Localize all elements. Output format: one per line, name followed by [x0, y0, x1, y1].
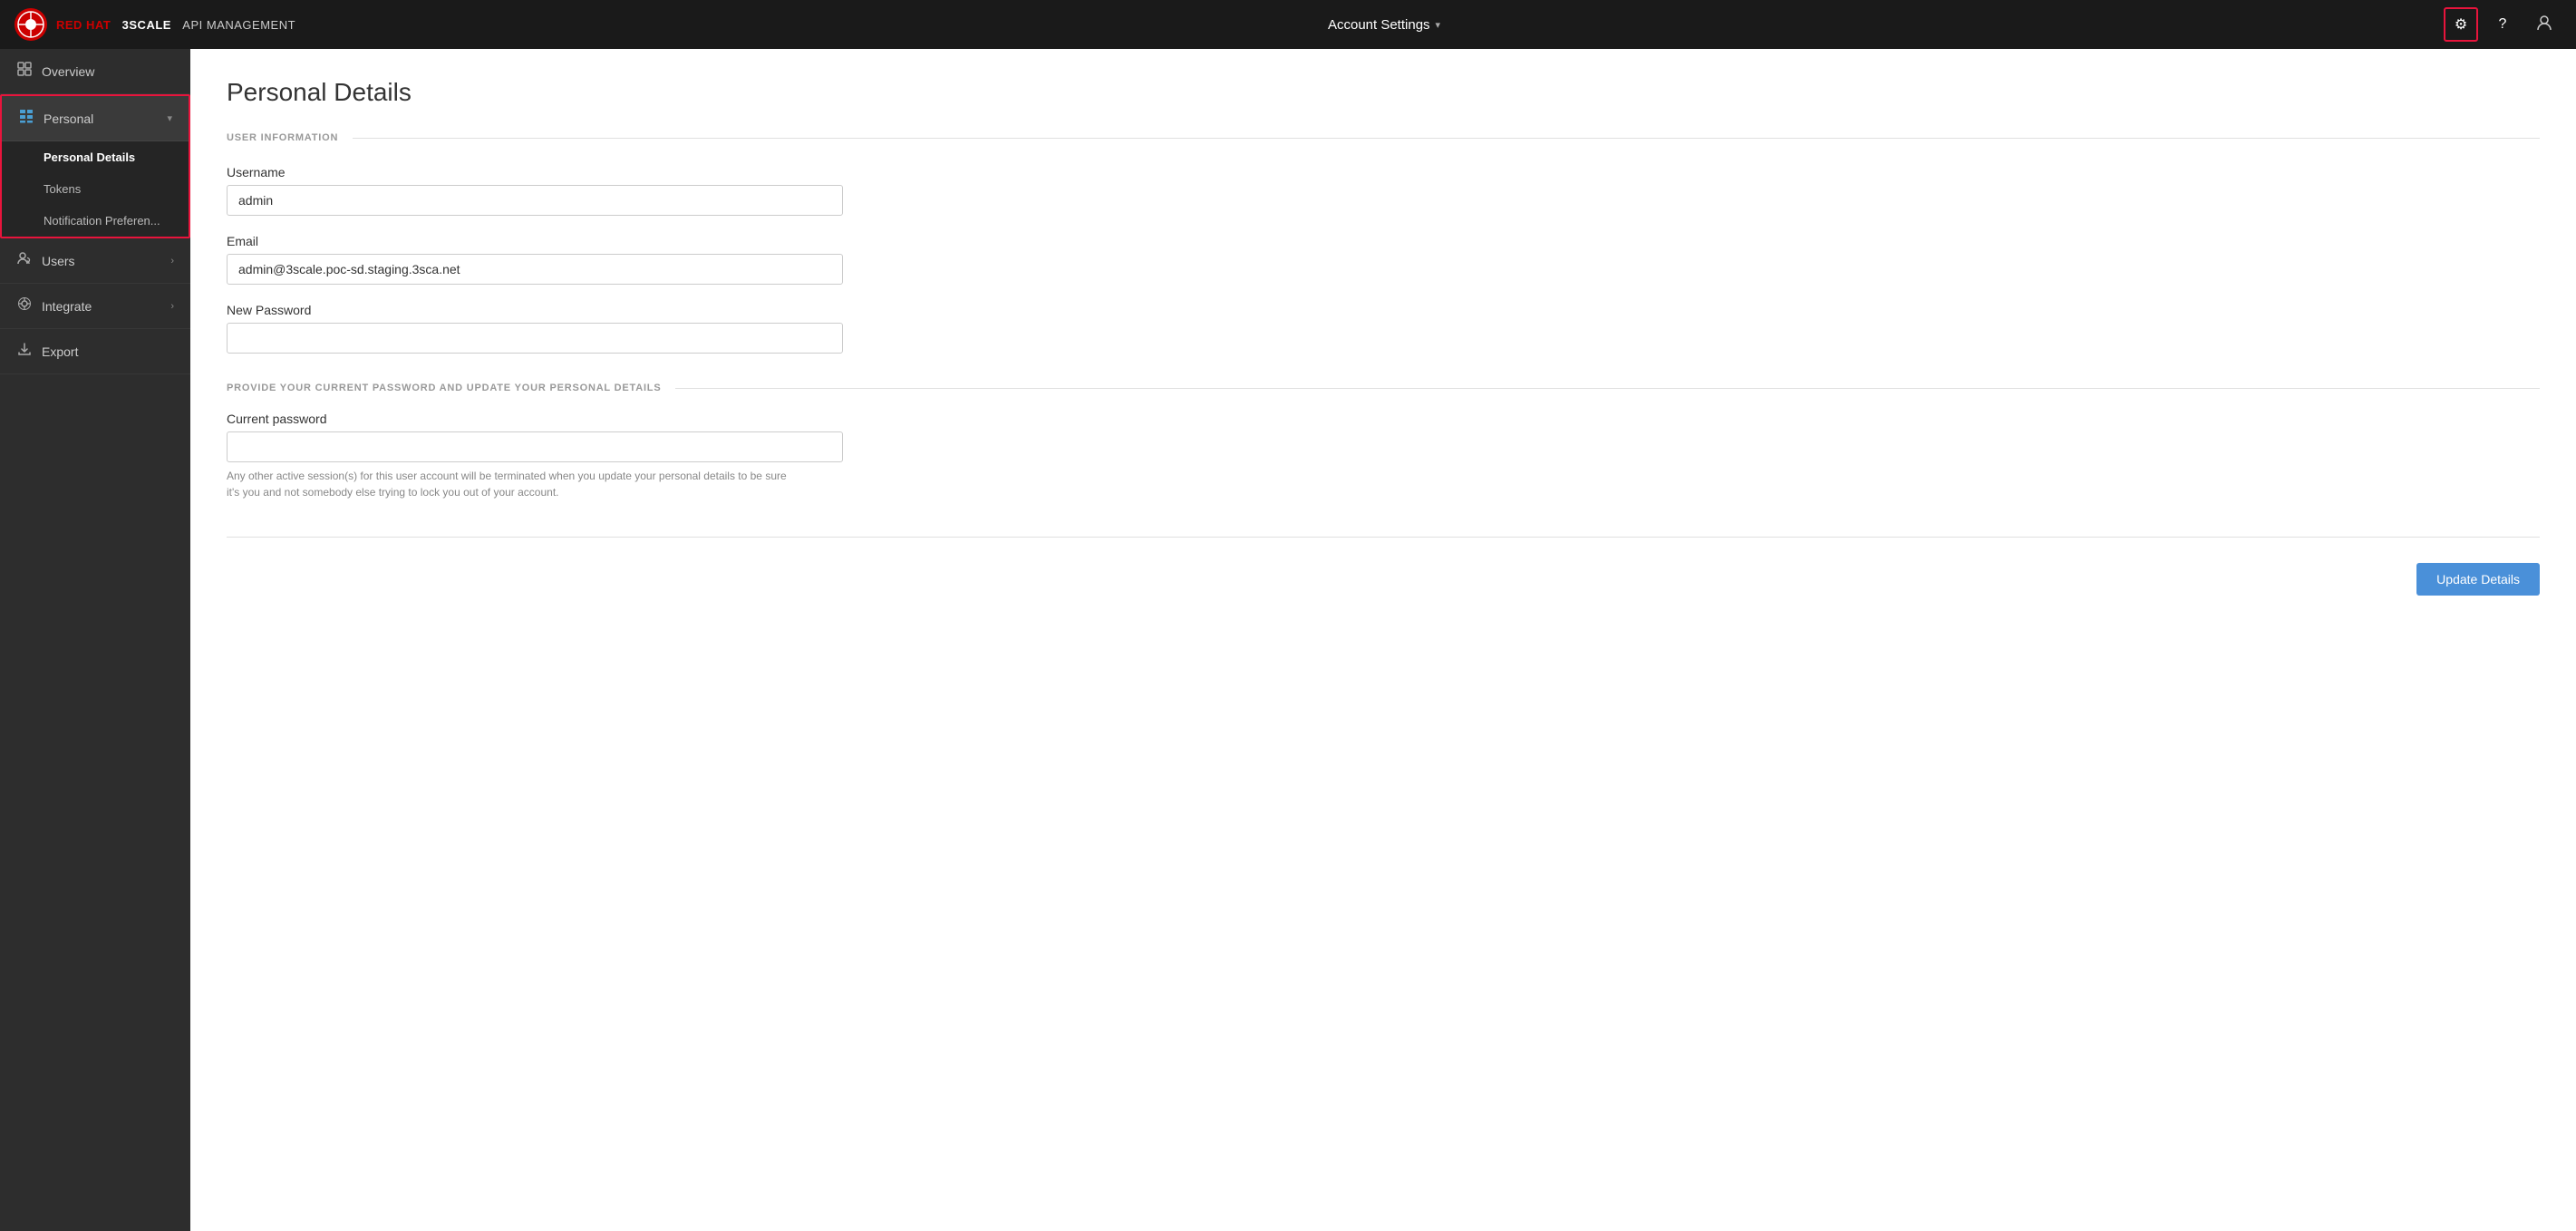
sidebar-item-export[interactable]: Export: [0, 329, 190, 374]
new-password-label: New Password: [227, 303, 843, 317]
account-settings-label: Account Settings: [1328, 17, 1430, 33]
users-icon: [16, 251, 33, 270]
user-info-section-header: USER INFORMATION: [227, 132, 2540, 143]
current-password-section-label: PROVIDE YOUR CURRENT PASSWORD AND UPDATE…: [227, 383, 661, 393]
personal-submenu: Personal Details Tokens Notification Pre…: [2, 141, 189, 237]
sidebar-item-overview[interactable]: Overview: [0, 49, 190, 94]
notification-pref-label: Notification Preferen...: [44, 214, 160, 228]
brand-subtitle: API MANAGEMENT: [182, 18, 295, 32]
export-icon: [16, 342, 33, 361]
sidebar-personal-section: Personal ▾ Personal Details Tokens Notif…: [0, 94, 190, 238]
username-input[interactable]: [227, 185, 843, 216]
current-password-input[interactable]: [227, 431, 843, 462]
user-info-section-label: USER INFORMATION: [227, 132, 338, 143]
bottom-divider: [227, 537, 2540, 538]
integrate-chevron-icon: ›: [170, 301, 174, 312]
personal-chevron-icon: ▾: [167, 112, 172, 124]
brand-name: RED HAT 3SCALE API MANAGEMENT: [56, 18, 295, 32]
sidebar-item-personal-details[interactable]: Personal Details: [2, 141, 189, 173]
current-password-section-header: PROVIDE YOUR CURRENT PASSWORD AND UPDATE…: [227, 383, 2540, 393]
sidebar-item-tokens[interactable]: Tokens: [2, 173, 189, 205]
main-layout: Overview Personal ▾: [0, 49, 2576, 1231]
section2-divider: [675, 388, 2540, 389]
new-password-form-group: New Password: [227, 303, 843, 354]
page-title: Personal Details: [227, 78, 2540, 107]
user-icon: [2536, 15, 2552, 35]
integrate-icon: [16, 296, 33, 315]
sidebar: Overview Personal ▾: [0, 49, 190, 1231]
overview-icon: [16, 62, 33, 81]
username-label: Username: [227, 165, 843, 179]
email-form-group: Email: [227, 234, 843, 285]
sidebar-users-label: Users: [42, 254, 161, 268]
gear-icon: ⚙: [2455, 15, 2467, 34]
users-chevron-icon: ›: [170, 256, 174, 267]
brand-redhat: RED HAT: [56, 18, 111, 32]
current-password-form-group: Current password Any other active sessio…: [227, 412, 843, 500]
email-input[interactable]: [227, 254, 843, 285]
help-icon: ?: [2499, 16, 2507, 33]
sidebar-item-integrate[interactable]: Integrate ›: [0, 284, 190, 329]
topnav-right-actions: ⚙ ?: [2444, 7, 2561, 42]
main-content: Personal Details USER INFORMATION Userna…: [190, 49, 2576, 1231]
current-password-label: Current password: [227, 412, 843, 426]
account-settings-dropdown[interactable]: Account Settings ▾: [1328, 17, 1440, 33]
settings-icon-button[interactable]: ⚙: [2444, 7, 2478, 42]
topnav-center: Account Settings ▾: [324, 17, 2444, 33]
dropdown-arrow-icon: ▾: [1436, 19, 1441, 31]
new-password-input[interactable]: [227, 323, 843, 354]
current-password-help-text: Any other active session(s) for this use…: [227, 468, 789, 500]
sidebar-personal-label: Personal: [44, 111, 158, 126]
personal-details-label: Personal Details: [44, 150, 135, 164]
bottom-action-bar: Update Details: [227, 552, 2540, 606]
top-navigation: RED HAT 3SCALE API MANAGEMENT Account Se…: [0, 0, 2576, 49]
sidebar-export-label: Export: [42, 344, 174, 359]
help-icon-button[interactable]: ?: [2485, 7, 2520, 42]
sidebar-overview-label: Overview: [42, 64, 174, 79]
brand-logo: RED HAT 3SCALE API MANAGEMENT: [15, 8, 295, 41]
sidebar-item-personal[interactable]: Personal ▾: [2, 96, 189, 141]
tokens-label: Tokens: [44, 182, 81, 196]
username-form-group: Username: [227, 165, 843, 216]
sidebar-integrate-label: Integrate: [42, 299, 161, 314]
update-details-button[interactable]: Update Details: [2416, 563, 2540, 596]
sidebar-item-notification-preferences[interactable]: Notification Preferen...: [2, 205, 189, 237]
email-label: Email: [227, 234, 843, 248]
user-icon-button[interactable]: [2527, 7, 2561, 42]
sidebar-item-users[interactable]: Users ›: [0, 238, 190, 284]
brand-3scale: 3SCALE: [122, 18, 171, 32]
personal-icon: [18, 109, 34, 128]
section1-divider: [353, 138, 2540, 139]
redhat-logo-icon: [15, 8, 47, 41]
